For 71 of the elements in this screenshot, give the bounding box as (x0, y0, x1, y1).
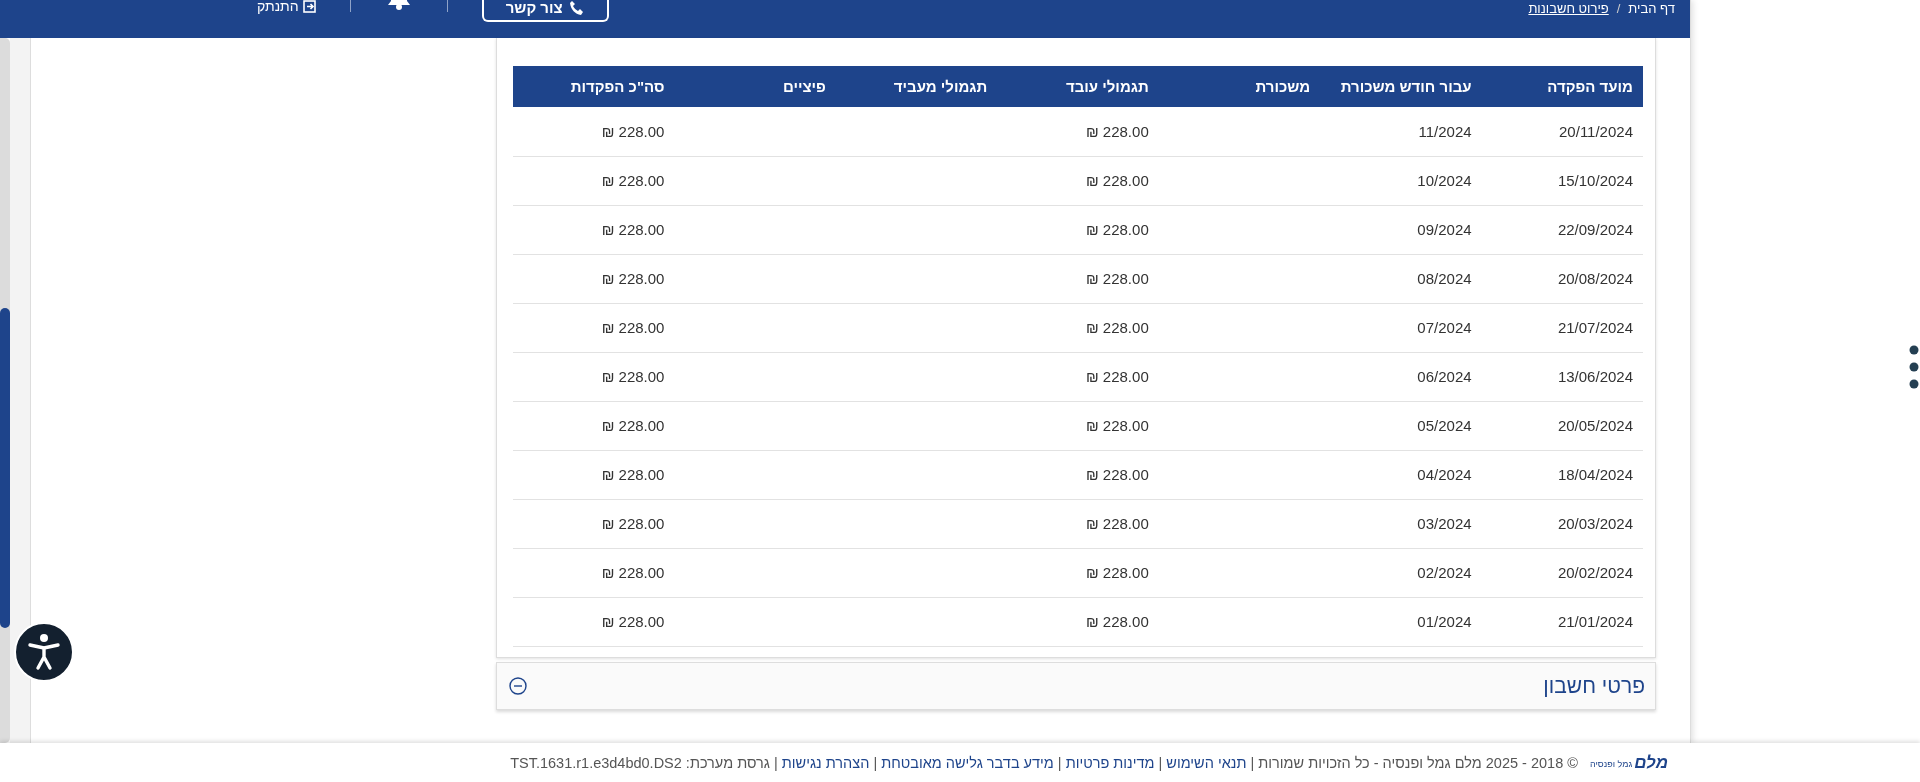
table-cell: 03/2024 (1320, 499, 1482, 548)
table-cell: 228.00 ₪ (997, 205, 1159, 254)
table-cell: 228.00 ₪ (513, 548, 675, 597)
scrollbar[interactable] (0, 38, 10, 743)
table-cell: 09/2024 (1320, 205, 1482, 254)
column-header: עבור חודש משכורת (1320, 66, 1482, 107)
table-cell: 228.00 ₪ (997, 401, 1159, 450)
footer-link[interactable]: מידע בדבר גלישה מאובטחת (881, 754, 1054, 771)
table-cell: 08/2024 (1320, 254, 1482, 303)
breadcrumb-link[interactable]: פירוט חשבונות (1528, 0, 1609, 16)
table-cell: 11/2024 (1320, 107, 1482, 156)
table-cell: 10/2024 (1320, 156, 1482, 205)
table-cell: 228.00 ₪ (513, 107, 675, 156)
table-cell: 228.00 ₪ (513, 205, 675, 254)
column-header: מועד הפקדה (1481, 66, 1643, 107)
column-header: משכורת (1158, 66, 1321, 107)
table-cell: 22/09/2024 (1481, 205, 1643, 254)
table-cell: 20/08/2024 (1481, 254, 1643, 303)
column-header: סה"כ הפקדות (513, 66, 675, 107)
contact-button[interactable]: צור קשר (481, 0, 609, 22)
breadcrumb-item: דף הבית (1628, 0, 1675, 16)
footer-link[interactable]: הצהרת נגישות (781, 754, 870, 771)
scrollbar-thumb[interactable] (0, 308, 10, 628)
table-cell: 228.00 ₪ (513, 499, 675, 548)
table-cell: 05/2024 (1320, 401, 1482, 450)
exit-icon (302, 0, 316, 13)
table-cell: 228.00 ₪ (997, 303, 1159, 352)
table-cell: 18/04/2024 (1481, 450, 1643, 499)
breadcrumb-separator: / (1616, 0, 1621, 16)
table-cell: 21/01/2024 (1481, 597, 1643, 646)
logo-text: מלם (1634, 752, 1668, 773)
table-cell: 20/02/2024 (1481, 548, 1643, 597)
table-cell: 228.00 ₪ (997, 352, 1159, 401)
accordion-header[interactable]: פרטי חשבון (496, 661, 1656, 710)
more-options-icon[interactable] (1909, 345, 1919, 389)
logo-subtitle: גמל ופנסיה (1589, 758, 1633, 769)
column-header: תגמולי מעביד (835, 66, 998, 107)
table-cell: 01/2024 (1320, 597, 1482, 646)
table-cell: 228.00 ₪ (997, 254, 1159, 303)
table-cell: 20/05/2024 (1481, 401, 1643, 450)
table-cell: 228.00 ₪ (513, 401, 675, 450)
table-cell: 228.00 ₪ (513, 352, 675, 401)
table-cell: 228.00 ₪ (997, 450, 1159, 499)
table-cell: 228.00 ₪ (997, 548, 1159, 597)
table-cell: 15/10/2024 (1481, 156, 1643, 205)
table-cell: 228.00 ₪ (997, 156, 1159, 205)
table-cell: 21/07/2024 (1481, 303, 1643, 352)
table-cell: 228.00 ₪ (513, 156, 675, 205)
table-cell: 228.00 ₪ (513, 597, 675, 646)
table-cell: 02/2024 (1320, 548, 1482, 597)
table-cell: 228.00 ₪ (513, 450, 675, 499)
table-cell: 228.00 ₪ (513, 254, 675, 303)
table-cell: 228.00 ₪ (997, 597, 1159, 646)
table-cell: 06/2024 (1320, 352, 1482, 401)
table-cell: 07/2024 (1320, 303, 1482, 352)
phone-icon (568, 0, 585, 16)
table-cell: 13/06/2024 (1481, 352, 1643, 401)
column-header: תגמולי עובד (997, 66, 1159, 107)
footer-text: © 2018 - 2025 מלם גמל ופנסיה - כל הזכויות שמורות | תנאי השימוש | מדינות פרטיות | מידע בדבר גלישה מאובטחת | הצהרת נגישות | גרסת מערכת: TST.1631.r1.e3d4bd0.DS2 (510, 754, 1578, 771)
column-header: פיציים (674, 66, 836, 107)
table-cell: 228.00 ₪ (513, 303, 675, 352)
table-cell: 04/2024 (1320, 450, 1482, 499)
table-cell: 20/11/2024 (1481, 107, 1643, 156)
logout-button[interactable]: התנתק (257, 0, 316, 14)
footer-link[interactable]: תנאי השימוש (1166, 754, 1247, 771)
accessibility-icon (27, 633, 61, 671)
minus-circle-icon (509, 676, 527, 695)
table-cell: 228.00 ₪ (997, 499, 1159, 548)
table-cell: 228.00 ₪ (997, 107, 1159, 156)
table-cell: 20/03/2024 (1481, 499, 1643, 548)
footer-link[interactable]: מדינות פרטיות (1065, 754, 1155, 771)
